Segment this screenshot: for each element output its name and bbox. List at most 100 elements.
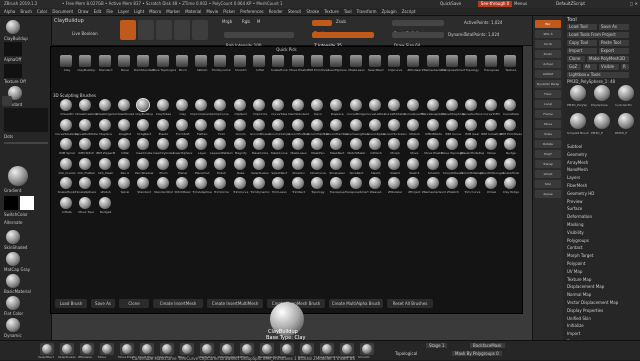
tool-section-initialize[interactable]: Initialize bbox=[567, 323, 584, 328]
tool-section-polygroups[interactable]: Polygroups bbox=[567, 238, 589, 243]
quick-brush-tile[interactable]: Smooth bbox=[231, 55, 250, 74]
view-button[interactable]: Local bbox=[535, 100, 561, 108]
brush-tile[interactable]: Standard bbox=[134, 177, 153, 196]
brush-tile[interactable]: IMM Stitch bbox=[76, 138, 95, 157]
draw-size-slider[interactable]: Draw Size 64 bbox=[392, 32, 444, 48]
brush-tile[interactable]: CurveTriFill bbox=[482, 99, 501, 118]
tool-section-layers[interactable]: Layers bbox=[567, 175, 580, 180]
brush-tile[interactable]: CurveLattice bbox=[366, 99, 385, 118]
popup-footer-button[interactable]: Save As bbox=[91, 299, 115, 308]
quick-brush-tile[interactable]: Inflat bbox=[250, 55, 269, 74]
stage-button[interactable]: Stage 1 bbox=[426, 343, 448, 348]
default-script-button[interactable]: DefaultZScript bbox=[556, 1, 585, 6]
popup-footer-button[interactable]: Create InsertMultiMesh bbox=[207, 299, 263, 308]
bottom-brush-button[interactable] bbox=[260, 343, 274, 355]
brush-tile[interactable]: TrimCircle bbox=[211, 177, 230, 196]
material-item[interactable]: Dynamic bbox=[4, 318, 48, 340]
brush-tile[interactable]: Inflat bbox=[115, 138, 134, 157]
rgb-button[interactable]: Rgb bbox=[242, 19, 250, 24]
tool-section-nanomesh[interactable]: NanoMesh bbox=[567, 167, 588, 172]
secondary-color-swatch[interactable] bbox=[20, 196, 34, 210]
quick-brush-tile[interactable]: Topology bbox=[462, 55, 481, 74]
bottom-brush-button[interactable] bbox=[320, 343, 334, 355]
brush-tile[interactable]: ClipCircleCenter bbox=[190, 99, 214, 118]
bottom-brush-button[interactable] bbox=[120, 343, 134, 355]
material-item[interactable]: BasicMaterial bbox=[4, 274, 48, 296]
quick-brush-tile[interactable]: MaskLasso bbox=[347, 55, 366, 74]
visible-button[interactable]: Visible bbox=[599, 64, 619, 70]
brush-tile[interactable]: ClipRect bbox=[231, 99, 250, 118]
brush-tile[interactable]: ClipCurve bbox=[211, 99, 230, 118]
brush-tile[interactable]: Planar bbox=[173, 157, 192, 177]
brush-tile[interactable]: IMM Gear bbox=[462, 118, 481, 138]
brush-tile[interactable]: MaskPen bbox=[308, 138, 327, 157]
brush-tile[interactable]: SmoothStronger bbox=[480, 157, 504, 177]
brush-tile[interactable]: Move Topological bbox=[441, 138, 465, 157]
brush-tile[interactable]: CurveTube bbox=[501, 99, 520, 118]
brush-tile[interactable]: ClayTubes bbox=[154, 99, 173, 118]
popup-footer-button[interactable]: Create MultiAlpha Brush bbox=[329, 299, 383, 308]
menu-item-macro[interactable]: Macro bbox=[149, 9, 161, 14]
zsub-button[interactable]: Zsub bbox=[336, 19, 346, 24]
brush-tile[interactable]: TrimCurve bbox=[231, 177, 250, 196]
brush-tile[interactable]: SmoothValleys bbox=[461, 157, 483, 177]
menu-item-brush[interactable]: Brush bbox=[20, 9, 32, 14]
brush-tile[interactable]: hPolish bbox=[404, 118, 423, 138]
brush-tile[interactable]: IMM Curve bbox=[443, 118, 462, 138]
tool-section-visibility[interactable]: Visibility bbox=[567, 230, 584, 235]
brush-tile[interactable]: SliceLasso bbox=[327, 157, 346, 177]
brush-tile[interactable]: IMM Primitives bbox=[500, 118, 522, 138]
brush-tile[interactable]: DragRect bbox=[134, 118, 153, 138]
menu-item-light[interactable]: Light bbox=[134, 9, 144, 14]
view-button[interactable]: SPix 3 bbox=[535, 30, 561, 38]
menu-item-render[interactable]: Render bbox=[269, 9, 283, 14]
menu-item-texture[interactable]: Texture bbox=[324, 9, 339, 14]
view-button[interactable]: Xpose bbox=[535, 190, 561, 198]
tool-section-contact[interactable]: Contact bbox=[567, 245, 583, 250]
brush-tile[interactable]: CurveTubeSnap bbox=[55, 118, 79, 138]
scale-button[interactable] bbox=[174, 20, 190, 40]
load-tool-button[interactable]: Load Tool bbox=[567, 24, 597, 30]
material-item[interactable]: Flat Color bbox=[4, 296, 48, 318]
brush-tile[interactable]: TrimDynamic bbox=[250, 177, 270, 196]
menu-item-tool[interactable]: Tool bbox=[344, 9, 352, 14]
focal-shift-slider[interactable]: Focal Shift 0 bbox=[392, 20, 444, 36]
quick-brush-tile[interactable]: Clay bbox=[57, 55, 76, 74]
clone-button[interactable]: Clone bbox=[567, 56, 585, 62]
brush-tile[interactable]: CurveSurface bbox=[462, 99, 482, 118]
tool-section-import[interactable]: Import bbox=[567, 331, 580, 336]
brush-tile[interactable]: Rake bbox=[231, 157, 250, 177]
m-button[interactable]: M bbox=[257, 19, 260, 24]
quick-brush-tile[interactable]: ZModeler bbox=[404, 55, 423, 74]
quick-brush-tile[interactable]: Move bbox=[115, 55, 134, 74]
brush-tile[interactable]: GroomTurbulence bbox=[383, 118, 407, 138]
brush-tile[interactable]: ClayBuildup bbox=[134, 98, 153, 118]
menu-item-edit[interactable]: Edit bbox=[94, 9, 102, 14]
brush-tile[interactable]: GroomBlower bbox=[250, 118, 270, 138]
brush-tile[interactable]: ZProject bbox=[404, 177, 423, 196]
brush-tile[interactable]: Inflate bbox=[57, 197, 76, 216]
menu-item-layer[interactable]: Layer bbox=[118, 9, 129, 14]
tool-thumbnail[interactable]: PM3D_P bbox=[591, 113, 613, 139]
tool-section-morph-target[interactable]: Morph Target bbox=[567, 253, 593, 258]
brush-tile[interactable]: LayeredPattern bbox=[210, 138, 233, 157]
brush-tile[interactable]: Orb_Flatten bbox=[76, 157, 95, 177]
brush-tile[interactable]: Groom bbox=[231, 118, 250, 138]
paste-tool-button[interactable]: Paste Tool bbox=[599, 40, 629, 46]
brush-tile[interactable]: Trim Curve bbox=[462, 177, 481, 196]
view-button[interactable]: PolyF bbox=[535, 150, 561, 158]
brush-tile[interactable]: Polish bbox=[211, 157, 230, 177]
brush-tile[interactable]: Displace bbox=[327, 99, 346, 118]
quick-brush-tile[interactable]: Texture bbox=[501, 55, 520, 74]
brush-tile[interactable]: Slash2 bbox=[385, 157, 404, 177]
quick-brush-tile[interactable]: SnakeHook bbox=[269, 55, 288, 74]
all-button[interactable]: All bbox=[583, 64, 597, 70]
quick-brush-tile[interactable]: Move Elastic bbox=[289, 55, 308, 74]
brush-tile[interactable]: ChiselCreature bbox=[75, 99, 97, 118]
view-button[interactable]: Actual bbox=[535, 60, 561, 68]
brush-tile[interactable]: Orb_Slash bbox=[96, 157, 115, 177]
move-button[interactable] bbox=[156, 20, 172, 40]
brush-tile[interactable]: CurveSnapSurface bbox=[422, 99, 446, 118]
tool-section-texture-map[interactable]: Texture Map bbox=[567, 277, 591, 282]
save-as-button[interactable]: Save As bbox=[599, 24, 629, 30]
